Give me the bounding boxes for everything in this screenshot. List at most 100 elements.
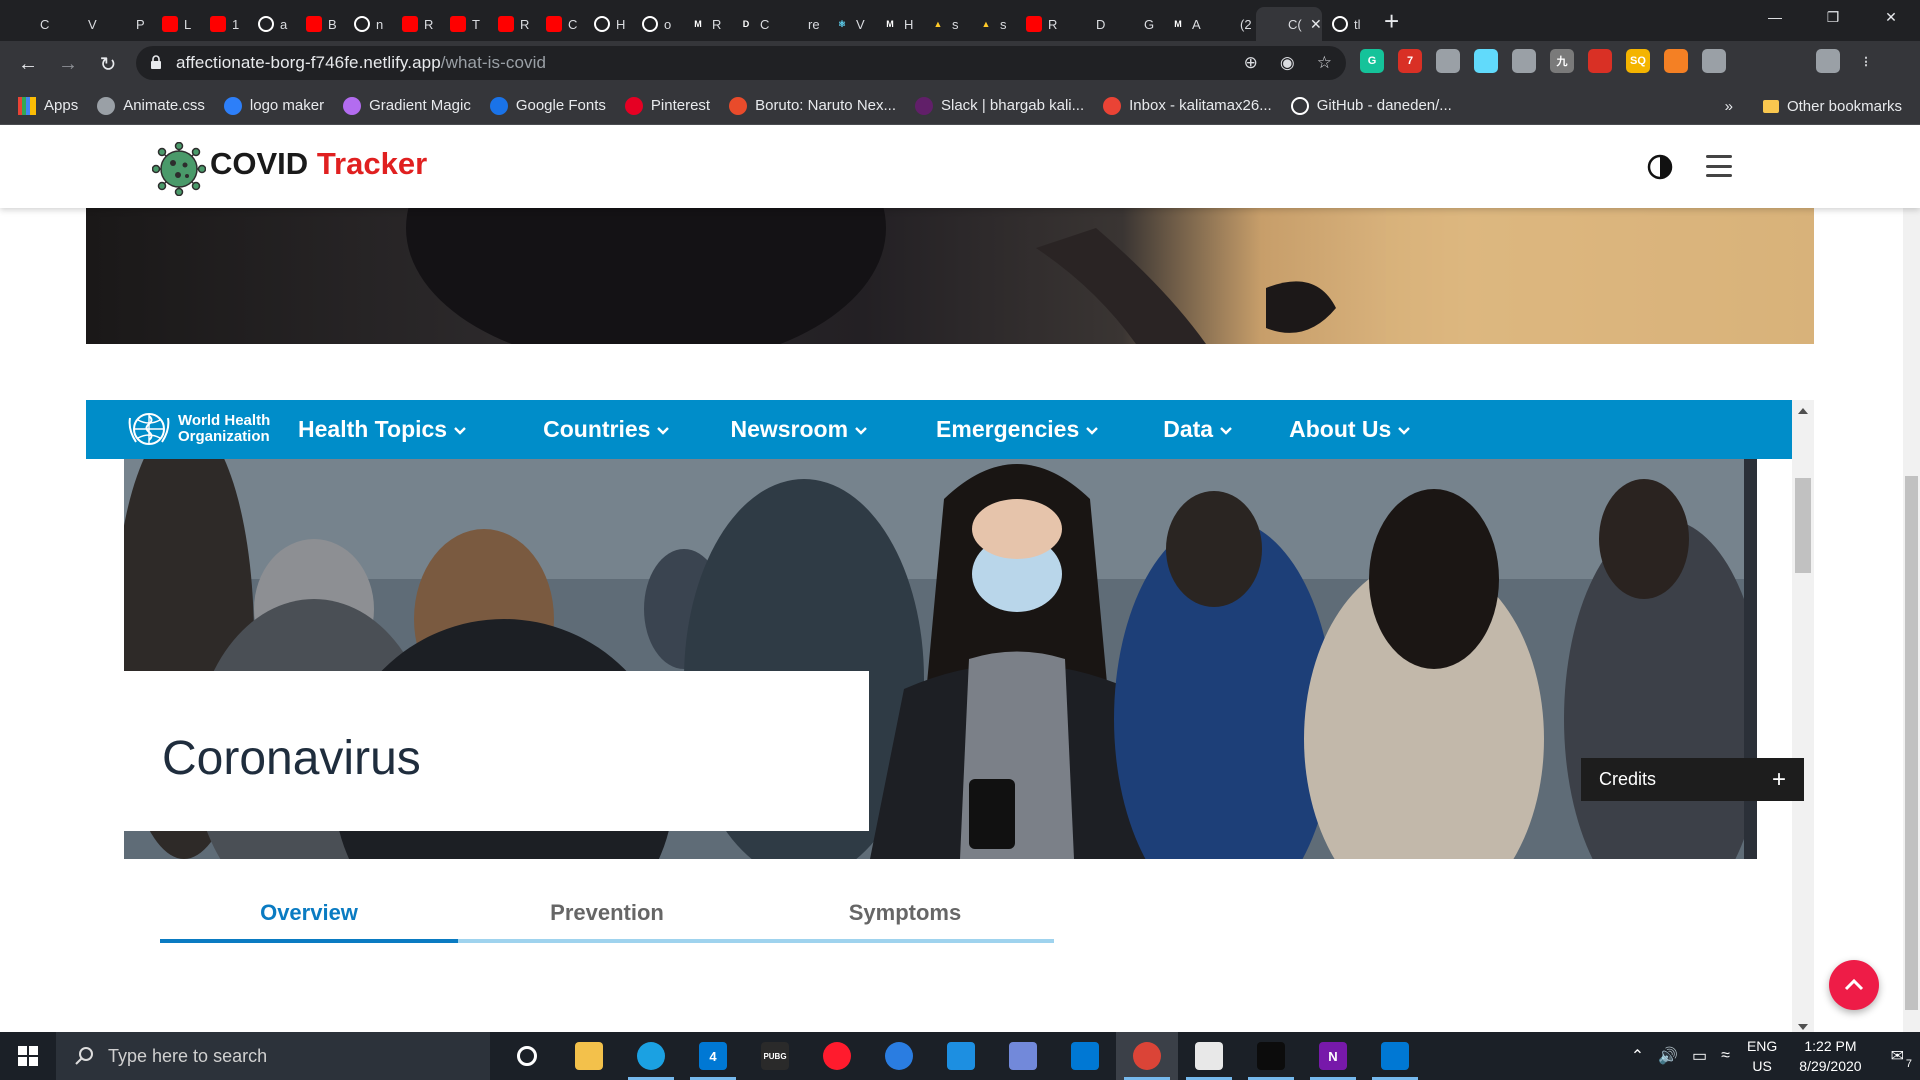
browser-tab[interactable]: ▶ B — [296, 7, 344, 41]
scroll-up-icon[interactable] — [1798, 408, 1808, 414]
bookmark-item[interactable]: Apps — [18, 96, 78, 115]
forward-icon[interactable]: → — [48, 44, 88, 84]
mail-taskbar-button[interactable]: 4 — [682, 1032, 744, 1080]
wifi-icon[interactable]: ≈ — [1721, 1047, 1730, 1065]
kebab-icon[interactable]: ⋮ — [1854, 49, 1878, 73]
browser-tab[interactable]: H — [584, 7, 632, 41]
browser-tab[interactable]: MR — [680, 7, 728, 41]
browser-tab[interactable]: re — [776, 7, 824, 41]
video-taskbar-button[interactable] — [930, 1032, 992, 1080]
compass-icon[interactable] — [1436, 49, 1460, 73]
adblock-icon[interactable]: 7 — [1398, 49, 1422, 73]
who-menu-item[interactable]: Emergencies — [936, 416, 1099, 443]
browser-tab[interactable]: D — [1064, 7, 1112, 41]
bookmark-item[interactable]: Gradient Magic — [343, 96, 471, 115]
other-bookmarks[interactable]: Other bookmarks — [1762, 98, 1902, 115]
tab-prevention[interactable]: Prevention — [458, 900, 756, 926]
browser-tab[interactable]: (2 — [1208, 7, 1256, 41]
browser-tab[interactable]: ▶ R — [392, 7, 440, 41]
browser-tab[interactable]: ▶ R — [488, 7, 536, 41]
who-menu-item[interactable]: About Us — [1289, 416, 1411, 443]
store-taskbar-button[interactable] — [1054, 1032, 1116, 1080]
chevron-up-tray-icon[interactable]: ⌃ — [1631, 1046, 1644, 1066]
target-icon[interactable] — [1702, 49, 1726, 73]
sq-icon[interactable]: SQ — [1626, 49, 1650, 73]
close-window-icon[interactable]: ✕ — [1862, 0, 1920, 34]
battery-icon[interactable]: ▭ — [1692, 1046, 1707, 1066]
credits-button[interactable]: Credits + — [1581, 758, 1804, 801]
cortana-taskbar-button[interactable] — [496, 1032, 558, 1080]
puzzle-icon[interactable] — [1740, 49, 1764, 73]
browser-tab[interactable]: ▶ C — [536, 7, 584, 41]
address-bar[interactable]: affectionate-borg-f746fe.netlify.app/wha… — [136, 46, 1346, 80]
browser-tab[interactable]: P — [104, 7, 152, 41]
browser-tab[interactable]: C(✕ — [1256, 7, 1322, 41]
vscode-taskbar-button[interactable] — [1364, 1032, 1426, 1080]
cache-icon[interactable]: 九 — [1550, 49, 1574, 73]
bookmark-item[interactable]: Slack | bhargab kali... — [915, 96, 1084, 115]
scroll-down-icon[interactable] — [1798, 1024, 1808, 1030]
bookmark-item[interactable]: Boruto: Naruto Nex... — [729, 96, 896, 115]
iframe-scrollbar[interactable] — [1792, 400, 1814, 1032]
volume-icon[interactable]: 🔊 — [1658, 1046, 1678, 1066]
who-emblem-icon[interactable] — [126, 408, 172, 450]
paint-taskbar-button[interactable] — [1178, 1032, 1240, 1080]
back-icon[interactable]: ← — [8, 44, 48, 84]
start-button[interactable] — [0, 1032, 56, 1080]
scroll-to-top-button[interactable] — [1829, 960, 1879, 1010]
iframe-scroll-thumb[interactable] — [1795, 478, 1811, 573]
star-icon[interactable]: ☆ — [1317, 53, 1332, 73]
input-language[interactable]: ENG US — [1747, 1036, 1777, 1076]
firefox-taskbar-button[interactable] — [868, 1032, 930, 1080]
tab-symptoms[interactable]: Symptoms — [756, 900, 1054, 926]
playlist-icon[interactable] — [1778, 49, 1802, 73]
taskbar-search[interactable]: Type here to search — [56, 1032, 490, 1080]
browser-tab[interactable]: G — [1112, 7, 1160, 41]
browser-tab[interactable]: MH — [872, 7, 920, 41]
who-org-name[interactable]: World Health Organization — [178, 413, 270, 445]
page-scrollbar[interactable] — [1903, 126, 1920, 1032]
browser-tab[interactable]: DC — [728, 7, 776, 41]
browser-tab[interactable]: n — [344, 7, 392, 41]
browser-tab[interactable]: ▶ L — [152, 7, 200, 41]
notification-icon[interactable]: ✉ 7 — [1891, 1046, 1912, 1070]
add-icon[interactable]: ⊕ — [1244, 53, 1258, 73]
browser-tab[interactable]: tl — [1322, 7, 1370, 41]
clock[interactable]: 1:22 PM 8/29/2020 — [1799, 1036, 1861, 1076]
onenote-taskbar-button[interactable]: N — [1302, 1032, 1364, 1080]
bookmark-item[interactable]: Pinterest — [624, 96, 710, 115]
who-menu-item[interactable]: Data — [1163, 416, 1233, 443]
page-scroll-thumb[interactable] — [1905, 476, 1918, 1010]
reload-icon[interactable]: ↻ — [88, 44, 128, 84]
bookmark-item[interactable]: Inbox - kalitamax26... — [1103, 96, 1272, 115]
edge-taskbar-button[interactable] — [620, 1032, 682, 1080]
browser-tab[interactable]: ▲ s — [968, 7, 1016, 41]
dark-mode-toggle-icon[interactable] — [1646, 153, 1674, 181]
bookmarks-overflow-icon[interactable]: » — [1725, 98, 1733, 115]
browser-tab[interactable]: ▶ T — [440, 7, 488, 41]
browser-tab[interactable]: ▶ R — [1016, 7, 1064, 41]
eye-off-icon[interactable]: ◉ — [1280, 53, 1295, 73]
browser-tab[interactable]: ⚛ V — [824, 7, 872, 41]
browser-tab[interactable]: MA — [1160, 7, 1208, 41]
browser-tab[interactable]: C — [8, 7, 56, 41]
brand-title[interactable]: COVID Tracker — [210, 146, 427, 182]
react-devtools-icon[interactable] — [1474, 49, 1498, 73]
bookmark-item[interactable]: Animate.css — [97, 96, 205, 115]
chrome-taskbar-button[interactable] — [1116, 1032, 1178, 1080]
opera-taskbar-button[interactable] — [806, 1032, 868, 1080]
who-menu-item[interactable]: Health Topics — [298, 416, 467, 443]
bookmark-red-icon[interactable] — [1588, 49, 1612, 73]
close-tab-icon[interactable]: ✕ — [1310, 16, 1322, 33]
restore-icon[interactable]: ❐ — [1804, 0, 1862, 34]
minimize-icon[interactable]: — — [1746, 0, 1804, 34]
profile-icon[interactable] — [1816, 49, 1840, 73]
tab-overview[interactable]: Overview — [160, 900, 458, 926]
who-menu-item[interactable]: Newsroom — [730, 416, 868, 443]
browser-tab[interactable]: V — [56, 7, 104, 41]
virus-logo-icon[interactable] — [152, 142, 206, 196]
terminal-taskbar-button[interactable] — [1240, 1032, 1302, 1080]
hamburger-menu-icon[interactable] — [1706, 155, 1732, 177]
bookmark-item[interactable]: GitHub - daneden/... — [1290, 96, 1452, 115]
bookmark-item[interactable]: Google Fonts — [489, 96, 606, 115]
